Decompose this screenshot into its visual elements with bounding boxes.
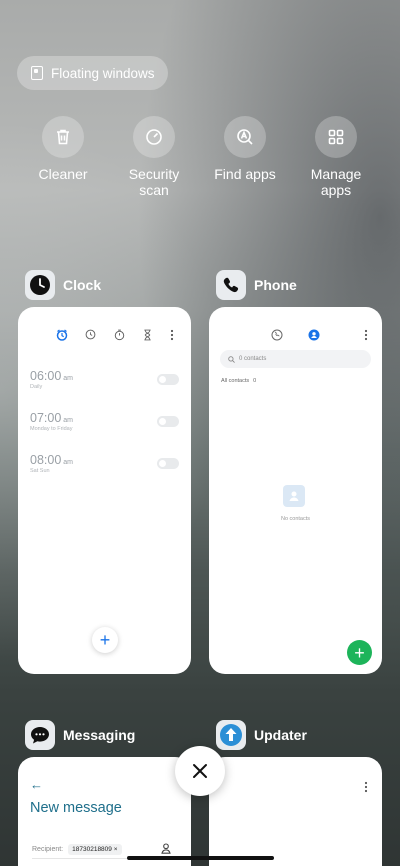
alarm-item[interactable]: 08:00 am Sat Sun <box>30 453 73 474</box>
cleaner-button[interactable]: Cleaner <box>23 116 103 182</box>
find-apps-button[interactable]: Find apps <box>205 116 285 182</box>
alarm-repeat: Daily <box>30 384 43 390</box>
clock-tab-row <box>18 329 191 343</box>
search-app-icon <box>224 116 266 158</box>
manage-apps-button[interactable]: Manage apps <box>296 116 376 198</box>
alarm-repeat: Monday to Friday <box>30 426 73 432</box>
updater-app-header[interactable]: Updater <box>216 720 307 750</box>
new-message-heading: New message <box>30 800 122 816</box>
contacts-tab-icon[interactable] <box>308 329 320 341</box>
search-icon <box>228 355 235 363</box>
clock-app-header[interactable]: Clock <box>25 270 101 300</box>
messaging-app-icon <box>25 720 55 750</box>
updater-app-title: Updater <box>254 727 307 743</box>
empty-contacts-icon <box>283 485 305 507</box>
close-icon <box>193 764 207 778</box>
security-gauge-icon <box>133 116 175 158</box>
find-apps-label: Find apps <box>214 166 276 182</box>
alarm-time: 07:00 <box>30 411 62 425</box>
messaging-app-title: Messaging <box>63 727 136 743</box>
alarm-toggle[interactable] <box>157 416 179 427</box>
contact-picker-icon[interactable] <box>161 843 171 854</box>
plus-icon: + <box>99 630 111 650</box>
more-options-icon[interactable] <box>170 329 174 341</box>
add-contact-button[interactable]: + <box>347 640 372 665</box>
floating-windows-label: Floating windows <box>51 65 155 81</box>
cleaner-label: Cleaner <box>38 166 88 182</box>
phone-app-card[interactable]: 0 contacts All contacts 0 No contacts + <box>209 307 382 674</box>
trash-icon <box>42 116 84 158</box>
alarm-ampm: am <box>63 459 74 466</box>
alarm-time: 06:00 <box>30 369 62 383</box>
recipient-row[interactable]: Recipient: 18730218809 × <box>32 844 122 855</box>
alarm-toggle[interactable] <box>157 374 179 385</box>
floating-window-icon <box>31 66 43 80</box>
recipient-value: 18730218809 <box>72 846 112 853</box>
more-options-icon[interactable] <box>364 781 368 793</box>
phone-app-header[interactable]: Phone <box>216 270 297 300</box>
alarm-toggle[interactable] <box>157 458 179 469</box>
alarm-item[interactable]: 06:00 am Daily <box>30 369 73 390</box>
world-clock-tab-icon[interactable] <box>85 329 96 340</box>
security-scan-label: Security scan <box>128 166 180 198</box>
phone-tab-row <box>209 329 382 343</box>
messaging-app-header[interactable]: Messaging <box>25 720 135 750</box>
alarm-tab-icon[interactable] <box>56 329 68 341</box>
messaging-app-card[interactable]: ← New message Recipient: 18730218809 × <box>18 757 191 866</box>
all-contacts-count: 0 <box>253 378 257 384</box>
phone-app-title: Phone <box>254 277 297 293</box>
clock-app-title: Clock <box>63 277 102 293</box>
recents-tab-icon[interactable] <box>271 329 283 341</box>
updater-app-icon <box>216 720 246 750</box>
alarm-item[interactable]: 07:00 am Monday to Friday <box>30 411 73 432</box>
recipient-chip[interactable]: 18730218809 × <box>68 844 122 855</box>
floating-windows-button[interactable]: Floating windows <box>17 56 168 90</box>
home-indicator[interactable] <box>127 856 274 860</box>
security-scan-button[interactable]: Security scan <box>114 116 194 198</box>
recipient-label: Recipient: <box>32 846 64 853</box>
more-options-icon[interactable] <box>364 329 368 341</box>
alarm-ampm: am <box>63 417 74 424</box>
alarm-time: 08:00 <box>30 453 62 467</box>
all-contacts-filter[interactable]: All contacts 0 <box>221 378 256 384</box>
phone-app-icon <box>216 270 246 300</box>
alarm-ampm: am <box>63 375 74 382</box>
no-contacts-label: No contacts <box>280 516 311 522</box>
plus-icon: + <box>354 642 365 663</box>
back-arrow-icon[interactable]: ← <box>30 777 43 792</box>
add-alarm-button[interactable]: + <box>92 627 118 653</box>
search-placeholder: 0 contacts <box>239 356 267 362</box>
alarm-repeat: Sat Sun <box>30 468 50 474</box>
clock-app-card[interactable]: 06:00 am Daily 07:00 am Monday to Friday 0… <box>18 307 191 674</box>
timer-tab-icon[interactable] <box>143 329 152 341</box>
grid-icon <box>315 116 357 158</box>
manage-apps-label: Manage apps <box>310 166 362 198</box>
clock-app-icon <box>25 270 55 300</box>
all-contacts-label: All contacts <box>221 378 250 384</box>
updater-app-card[interactable] <box>209 757 382 866</box>
contacts-search-input[interactable]: 0 contacts <box>220 350 371 368</box>
stopwatch-tab-icon[interactable] <box>114 329 125 341</box>
clear-all-button[interactable] <box>175 746 225 796</box>
